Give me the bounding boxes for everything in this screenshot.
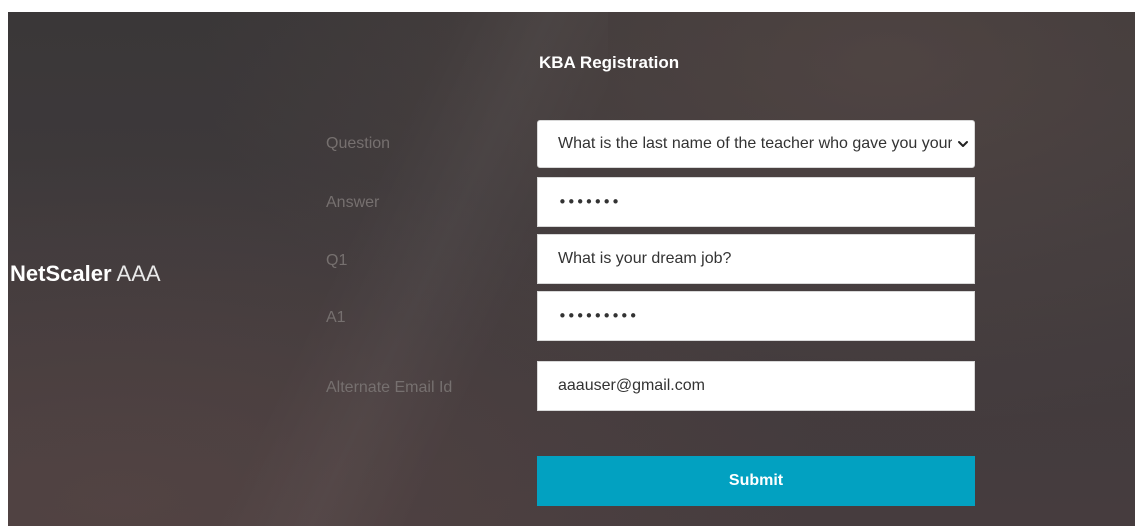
answer-label: Answer	[326, 194, 380, 211]
question-label: Question	[326, 135, 391, 152]
submit-button[interactable]: Submit	[537, 456, 975, 506]
q1-label: Q1	[326, 252, 348, 269]
login-background: NetScaler AAA KBA Registration Question W…	[8, 12, 1135, 526]
alternate-email-input-value: aaauser@gmail.com	[558, 377, 705, 394]
answer-input[interactable]: •••••••	[537, 177, 975, 227]
alternate-email-input[interactable]: aaauser@gmail.com	[537, 361, 975, 411]
question-select[interactable]: What is the last name of the teacher who…	[537, 120, 975, 168]
alternate-email-label: Alternate Email Id	[326, 379, 453, 396]
brand-name: NetScaler	[10, 261, 112, 286]
question-select-value: What is the last name of the teacher who…	[558, 135, 952, 152]
brand-product: AAA	[116, 261, 161, 286]
brand-logo: NetScaler AAA	[10, 261, 161, 287]
answer-input-value: •••••••	[558, 193, 620, 211]
a1-label: A1	[326, 309, 346, 326]
a1-input[interactable]: •••••••••	[537, 291, 975, 341]
q1-input[interactable]: What is your dream job?	[537, 234, 975, 284]
chevron-down-icon	[958, 141, 968, 147]
q1-input-value: What is your dream job?	[558, 250, 732, 267]
a1-input-value: •••••••••	[558, 307, 638, 325]
page-title: KBA Registration	[539, 53, 680, 72]
